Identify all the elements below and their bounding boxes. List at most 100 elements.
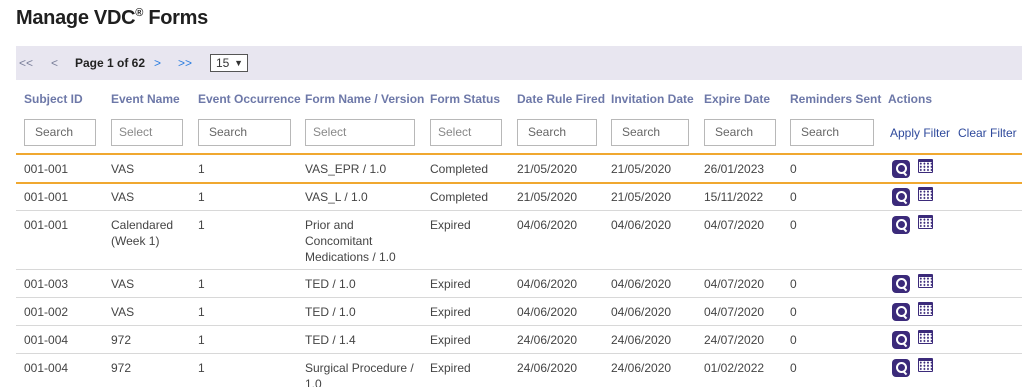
header-subject-id[interactable]: Subject ID — [24, 92, 83, 106]
search-icon[interactable] — [892, 216, 910, 234]
date-rule-fired-cell: 04/06/2020 — [517, 305, 578, 319]
date-rule-fired-cell: 04/06/2020 — [517, 218, 578, 232]
page-title: Manage VDC® Forms — [16, 7, 208, 29]
form-name-cell: TED / 1.0 — [305, 305, 356, 319]
invitation-date-cell: 04/06/2020 — [611, 305, 672, 319]
form-name-cell: VAS_EPR / 1.0 — [305, 162, 387, 176]
subject-id-cell: 001-001 — [24, 162, 69, 176]
page-size-select[interactable]: 15 ▼ — [210, 54, 248, 72]
subject-id-cell: 001-001 — [24, 190, 69, 204]
calendar-icon[interactable] — [918, 215, 933, 229]
reminders-sent-filter[interactable]: Search — [790, 119, 874, 146]
header-actions: Actions — [888, 92, 933, 106]
apply-filter-button[interactable]: Apply Filter — [890, 126, 950, 140]
event-name-cell: 972 — [111, 361, 132, 375]
search-icon[interactable] — [892, 160, 910, 178]
form-status-cell: Completed — [430, 190, 489, 204]
form-status-cell: Expired — [430, 218, 471, 232]
calendar-icon[interactable] — [918, 159, 933, 173]
invitation-date-cell: 04/06/2020 — [611, 277, 672, 291]
prev-page-button[interactable]: < — [51, 56, 58, 70]
row-divider — [16, 297, 1022, 298]
calendar-icon[interactable] — [918, 358, 933, 372]
date-rule-fired-cell: 21/05/2020 — [517, 162, 578, 176]
search-icon[interactable] — [892, 331, 910, 349]
reminders-sent-cell: 0 — [790, 190, 797, 204]
event-name-cell: VAS — [111, 277, 135, 291]
form-status-cell: Expired — [430, 277, 471, 291]
event-occurrence-filter[interactable]: Search — [198, 119, 291, 146]
header-event-name[interactable]: Event Name — [111, 92, 180, 106]
form-name-cell: VAS_L / 1.0 — [305, 190, 368, 204]
form-name-cell: TED / 1.4 — [305, 333, 356, 347]
event-occurrence-cell: 1 — [198, 162, 205, 176]
event-occurrence-cell: 1 — [198, 277, 205, 291]
reminders-sent-cell: 0 — [790, 361, 797, 375]
event-name-cell: 972 — [111, 333, 132, 347]
form-status-cell: Expired — [430, 305, 471, 319]
invitation-date-cell: 24/06/2020 — [611, 333, 672, 347]
row-divider — [16, 353, 1022, 354]
search-icon[interactable] — [892, 359, 910, 377]
event-occurrence-cell: 1 — [198, 361, 205, 375]
invitation-date-filter[interactable]: Search — [611, 119, 689, 146]
invitation-date-cell: 24/06/2020 — [611, 361, 672, 375]
subject-id-cell: 001-003 — [24, 277, 69, 291]
subject-id-filter[interactable]: Search — [24, 119, 96, 146]
event-name-cell: VAS — [111, 162, 135, 176]
header-event-occurrence[interactable]: Event Occurrence — [198, 92, 301, 106]
row-divider — [16, 182, 1022, 184]
header-reminders-sent[interactable]: Reminders Sent — [790, 92, 881, 106]
first-page-button[interactable]: << — [19, 56, 33, 70]
event-name-filter[interactable]: Select — [111, 119, 183, 146]
date-rule-fired-cell: 04/06/2020 — [517, 277, 578, 291]
form-status-cell: Completed — [430, 162, 489, 176]
search-icon[interactable] — [892, 188, 910, 206]
header-date-rule-fired[interactable]: Date Rule Fired — [517, 92, 605, 106]
event-occurrence-cell: 1 — [198, 218, 205, 232]
reminders-sent-cell: 0 — [790, 218, 797, 232]
form-status-filter[interactable]: Select — [430, 119, 502, 146]
event-name-cell: VAS — [111, 190, 135, 204]
next-page-button[interactable]: > — [154, 56, 161, 70]
search-icon[interactable] — [892, 275, 910, 293]
expire-date-cell: 04/07/2020 — [704, 277, 765, 291]
header-invitation-date[interactable]: Invitation Date — [611, 92, 694, 106]
pagination-bar: << < Page 1 of 62 > >> 15 ▼ — [16, 46, 1022, 80]
expire-date-filter[interactable]: Search — [704, 119, 776, 146]
form-status-cell: Expired — [430, 361, 471, 375]
date-rule-fired-cell: 24/06/2020 — [517, 361, 578, 375]
header-form-status[interactable]: Form Status — [430, 92, 500, 106]
row-divider — [16, 153, 1022, 155]
event-name-cell: Calendared (Week 1) — [111, 218, 174, 248]
header-expire-date[interactable]: Expire Date — [704, 92, 770, 106]
calendar-icon[interactable] — [918, 302, 933, 316]
event-occurrence-cell: 1 — [198, 190, 205, 204]
search-icon[interactable] — [892, 303, 910, 321]
form-status-cell: Expired — [430, 333, 471, 347]
reminders-sent-cell: 0 — [790, 277, 797, 291]
reminders-sent-cell: 0 — [790, 305, 797, 319]
date-rule-fired-filter[interactable]: Search — [517, 119, 597, 146]
calendar-icon[interactable] — [918, 187, 933, 201]
expire-date-cell: 04/07/2020 — [704, 305, 765, 319]
event-name-cell: VAS — [111, 305, 135, 319]
subject-id-cell: 001-001 — [24, 218, 69, 232]
expire-date-cell: 24/07/2020 — [704, 333, 765, 347]
event-occurrence-cell: 1 — [198, 305, 205, 319]
row-divider — [16, 325, 1022, 326]
calendar-icon[interactable] — [918, 330, 933, 344]
calendar-icon[interactable] — [918, 274, 933, 288]
expire-date-cell: 26/01/2023 — [704, 162, 765, 176]
form-name-filter[interactable]: Select — [305, 119, 415, 146]
header-form-name[interactable]: Form Name / Version — [305, 92, 424, 106]
row-divider — [16, 210, 1022, 211]
last-page-button[interactable]: >> — [178, 56, 192, 70]
form-name-cell: TED / 1.0 — [305, 277, 356, 291]
subject-id-cell: 001-002 — [24, 305, 69, 319]
event-occurrence-cell: 1 — [198, 333, 205, 347]
invitation-date-cell: 21/05/2020 — [611, 190, 672, 204]
date-rule-fired-cell: 21/05/2020 — [517, 190, 578, 204]
clear-filter-button[interactable]: Clear Filter — [958, 126, 1017, 140]
subject-id-cell: 001-004 — [24, 333, 69, 347]
